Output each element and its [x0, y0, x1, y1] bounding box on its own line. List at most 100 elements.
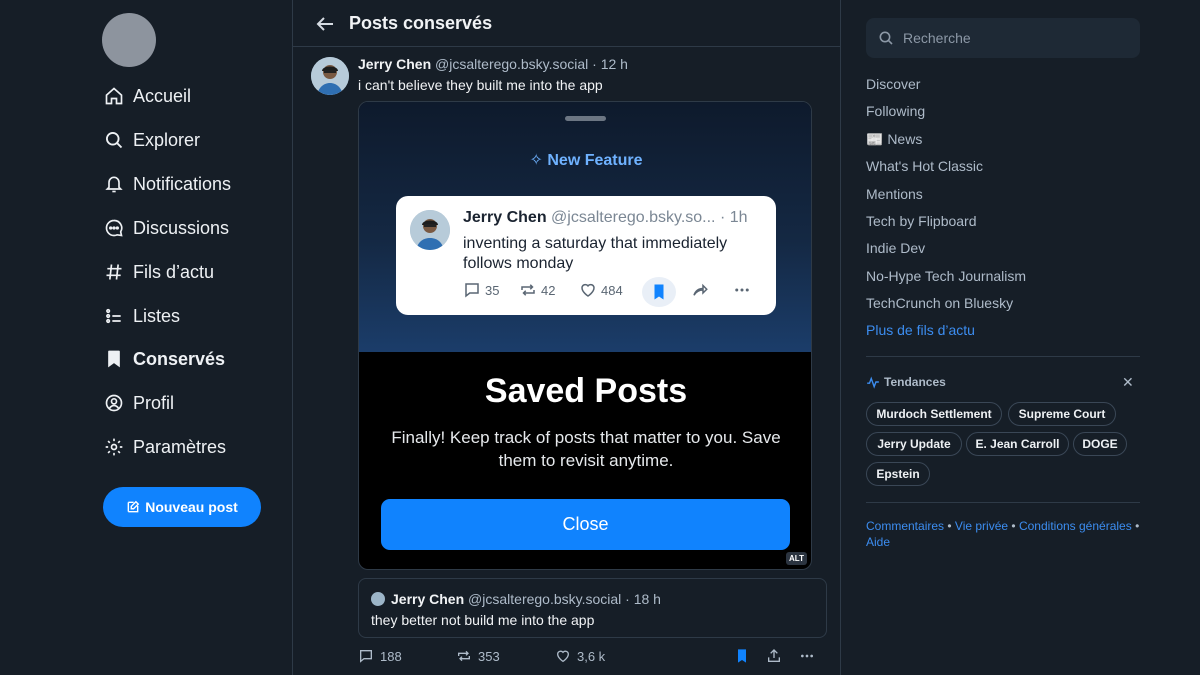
back-arrow-icon[interactable] [313, 12, 337, 36]
embedded-post-card: Jerry Chen @jcsalterego.bsky.so... · 1h … [396, 196, 776, 315]
divider [866, 502, 1140, 503]
nav-settings[interactable]: Paramètres [104, 432, 226, 462]
feed-link-following[interactable]: Following [866, 103, 925, 119]
like-button[interactable]: 3,6 k [555, 648, 605, 664]
trend-chip[interactable]: Epstein [866, 462, 930, 486]
nav-home[interactable]: Accueil [104, 81, 191, 111]
quoted-post-text: they better not build me into the app [371, 612, 595, 628]
feed-link-indie-dev[interactable]: Indie Dev [866, 240, 925, 256]
feed-link-flipboard[interactable]: Tech by Flipboard [866, 213, 977, 229]
reply-button[interactable]: 188 [358, 648, 402, 664]
card-share-icon [691, 281, 713, 299]
feed-link-news[interactable]: 📰 News [866, 131, 922, 148]
quoted-post-header: Jerry Chen @jcsalterego.bsky.social · 18… [391, 591, 661, 607]
post-timestamp[interactable]: · 12 h [592, 56, 628, 72]
search-icon [879, 31, 893, 45]
saved-posts-description: Finally! Keep track of posts that matter… [391, 428, 781, 470]
sparkle-icon: ✧ [529, 152, 543, 169]
card-text: inventing a saturday that immediately fo… [463, 235, 728, 272]
hash-icon [104, 262, 124, 282]
quoted-post[interactable]: Jerry Chen @jcsalterego.bsky.social · 18… [358, 578, 827, 638]
quoted-author-handle: @jcsalterego.bsky.social [468, 591, 622, 607]
bookmark-button[interactable] [734, 648, 756, 664]
nav-lists[interactable]: Listes [104, 301, 180, 331]
share-icon [768, 649, 780, 662]
card-timestamp: · 1h [719, 209, 748, 226]
nav-home-label: Accueil [133, 85, 192, 106]
feed-link-mentions[interactable]: Mentions [866, 186, 923, 202]
nav-discussions-label: Discussions [133, 217, 230, 238]
terms-link[interactable]: Conditions générales [1019, 519, 1132, 533]
privacy-link[interactable]: Vie privée [955, 519, 1008, 533]
nav-explore[interactable]: Explorer [104, 125, 200, 155]
repost-icon [458, 650, 470, 662]
share-button[interactable] [766, 648, 788, 664]
page-header: Posts conservés [293, 0, 841, 47]
left-navigation: Accueil Explorer Notifications Discussio… [0, 0, 292, 675]
footer-dot: • [1135, 519, 1140, 533]
nav-saved[interactable]: Conservés [104, 344, 225, 374]
new-post-label: Nouveau post [145, 499, 238, 515]
post-header: Jerry Chen @jcsalterego.bsky.social · 12… [358, 56, 628, 72]
close-icon[interactable]: ✕ [1122, 375, 1134, 389]
new-post-button[interactable]: Nouveau post [103, 487, 261, 527]
nav-explore-label: Explorer [133, 129, 201, 150]
nav-feeds-label: Fils d’actu [133, 261, 215, 282]
trending-icon [867, 376, 879, 389]
feed-link-no-hype[interactable]: No-Hype Tech Journalism [866, 268, 1026, 284]
quoted-post-avatar [371, 592, 385, 606]
footer-dot: • [1011, 519, 1016, 533]
card-reply-count: 35 [463, 281, 499, 299]
post-author-name[interactable]: Jerry Chen [358, 56, 431, 72]
compose-icon [127, 500, 140, 513]
nav-notifications[interactable]: Notifications [104, 169, 231, 199]
card-author-name: Jerry Chen [463, 209, 547, 226]
alt-text-badge[interactable]: ALT [786, 552, 807, 565]
nav-profile[interactable]: Profil [104, 388, 174, 418]
feedback-link[interactable]: Commentaires [866, 519, 944, 533]
bell-icon [104, 174, 124, 194]
more-options-button[interactable] [799, 648, 821, 664]
footer-dot: • [947, 519, 952, 533]
search-icon [104, 130, 124, 150]
nav-feeds[interactable]: Fils d’actu [104, 257, 214, 287]
nav-settings-label: Paramètres [133, 436, 227, 457]
home-icon [104, 86, 124, 106]
user-avatar[interactable] [102, 13, 156, 67]
divider [866, 356, 1140, 357]
trend-chip[interactable]: Jerry Update [866, 432, 962, 456]
sheet-grab-handle [565, 116, 606, 121]
chat-icon [104, 218, 124, 238]
post-author-avatar[interactable] [311, 57, 349, 95]
heart-icon [556, 650, 570, 663]
help-link[interactable]: Aide [866, 535, 890, 549]
trend-chip[interactable]: E. Jean Carroll [966, 432, 1069, 456]
card-actions: 35 42 484 [463, 277, 763, 307]
search-box[interactable] [866, 18, 1140, 58]
post-image[interactable]: ✧ New Feature Jerry Chen @jcsalterego.bs… [358, 101, 812, 570]
bookmark-filled-icon [738, 649, 746, 663]
reply-count: 188 [380, 648, 402, 664]
nav-discussions[interactable]: Discussions [104, 213, 229, 243]
search-input[interactable] [903, 30, 1123, 46]
card-like-count: 484 [579, 281, 623, 299]
trend-chip[interactable]: Murdoch Settlement [866, 402, 1002, 426]
post-author-handle[interactable]: @jcsalterego.bsky.social [435, 56, 588, 72]
trend-chip[interactable]: Supreme Court [1008, 402, 1116, 426]
post-text: i can't believe they built me into the a… [358, 77, 603, 93]
feed-link-discover[interactable]: Discover [866, 76, 920, 92]
post-actions: 188 353 3,6 k [358, 648, 828, 668]
trend-chip[interactable]: DOGE [1073, 432, 1127, 456]
feed-link-techcrunch[interactable]: TechCrunch on Bluesky [866, 295, 1013, 311]
reply-icon [360, 650, 372, 663]
card-more-icon [733, 281, 755, 299]
card-bookmark-icon [642, 277, 676, 307]
quoted-timestamp: · 18 h [625, 591, 661, 607]
nav-saved-label: Conservés [133, 348, 226, 369]
nav-profile-label: Profil [133, 392, 175, 413]
nav-notifications-label: Notifications [133, 173, 232, 194]
saved-posts-title: Saved Posts [484, 372, 688, 410]
feed-link-whats-hot[interactable]: What's Hot Classic [866, 158, 983, 174]
more-feeds-link[interactable]: Plus de fils d’actu [866, 322, 975, 338]
repost-button[interactable]: 353 [456, 648, 500, 664]
